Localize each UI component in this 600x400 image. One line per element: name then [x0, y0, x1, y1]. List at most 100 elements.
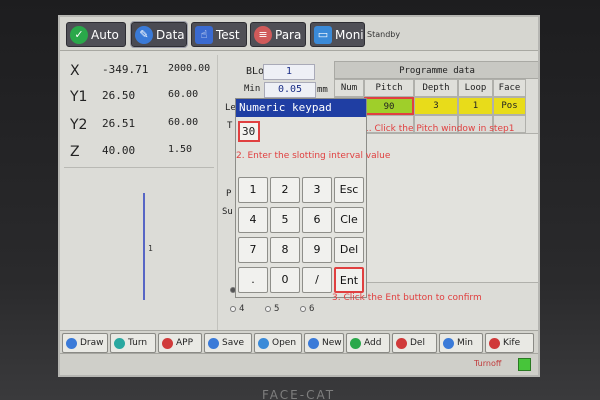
axis-name: Y2: [70, 117, 88, 133]
radio-option-6[interactable]: 6: [300, 304, 314, 314]
check-icon: ✓: [70, 25, 88, 44]
toolbar-button-label: Open: [272, 338, 297, 348]
key-delete-button[interactable]: Del: [334, 237, 364, 263]
toolbar-open-button[interactable]: Open: [254, 333, 302, 353]
toolbar-button-label: Turn: [128, 338, 148, 348]
annotation-step3: 3. Click the Ent button to confirm: [332, 293, 482, 303]
axis-readout: X -349.71 2000.00 Y1 26.50 60.00 Y2 26.5…: [64, 59, 214, 169]
key-1-button[interactable]: 1: [238, 177, 268, 203]
col-header-loop: Loop: [458, 79, 493, 97]
toolbar-button-icon: [258, 337, 269, 349]
keypad-title: Numeric keypad: [236, 99, 366, 117]
cell-loop[interactable]: 1: [458, 97, 493, 115]
key-4-button[interactable]: 4: [238, 207, 268, 233]
toolbar-save-button[interactable]: Save: [204, 333, 252, 353]
bloop-input[interactable]: 1: [263, 64, 315, 80]
tab-test[interactable]: ☝ Test: [191, 22, 247, 47]
key-6-button[interactable]: 6: [302, 207, 332, 233]
toolbar-new-button[interactable]: New: [304, 333, 344, 353]
numeric-keypad-dialog: Numeric keypad 30 1 2 3 Esc 4 5 6 Cle 7 8 9 Del. 0/E…: [235, 98, 367, 298]
panel-divider: [217, 55, 218, 335]
tab-para[interactable]: ≡ Para: [250, 22, 306, 47]
axis-row-y2: Y2 26.51 60.00: [64, 117, 214, 139]
key-dot-button[interactable]: .: [238, 267, 268, 293]
toolbar-button-label: Draw: [80, 338, 104, 348]
key-slash-button[interactable]: /: [302, 267, 332, 293]
axis-speed: 2000.00: [168, 63, 211, 74]
axis-name: X: [70, 63, 80, 79]
axis-position: 26.51: [102, 117, 136, 130]
key-enter-button[interactable]: Ent: [334, 267, 364, 293]
key-7-button[interactable]: 7: [238, 237, 268, 263]
radio-label: 5: [274, 304, 280, 314]
radio-dot: [300, 306, 306, 312]
toolbar-button-icon: [396, 337, 407, 349]
radio-label: 6: [309, 304, 315, 314]
pencil-icon: ✎: [135, 25, 153, 44]
toolbar-button-icon: [114, 337, 125, 349]
cell-pitch[interactable]: 90: [364, 97, 414, 115]
programme-title: Programme data: [334, 61, 538, 79]
cell-face[interactable]: Pos: [493, 97, 526, 115]
toolbar-draw-button[interactable]: Draw: [62, 333, 108, 353]
tab-auto[interactable]: ✓ Auto: [66, 22, 126, 47]
key-5-button[interactable]: 5: [270, 207, 300, 233]
axis-name: Z: [70, 144, 80, 160]
key-2-button[interactable]: 2: [270, 177, 300, 203]
axis-position: 26.50: [102, 89, 136, 102]
radio-label: 4: [239, 304, 245, 314]
toolbar-button-icon: [66, 337, 77, 349]
monitor-icon: ▭: [314, 25, 332, 44]
toolbar-button-icon: [208, 337, 219, 349]
axis-row-y1: Y1 26.50 60.00: [64, 89, 214, 111]
radio-option-4[interactable]: 4: [230, 304, 244, 314]
key-esc-button[interactable]: Esc: [334, 177, 364, 203]
toolbar-min-button[interactable]: Min: [439, 333, 483, 353]
key-clear-button[interactable]: Cle: [334, 207, 364, 233]
key-3-button[interactable]: 3: [302, 177, 332, 203]
axis-speed: 1.50: [168, 144, 193, 155]
toolbar-add-button[interactable]: Add: [346, 333, 390, 353]
key-9-button[interactable]: 9: [302, 237, 332, 263]
toolbar-button-icon: [350, 337, 361, 349]
cell-depth[interactable]: 3: [414, 97, 458, 115]
drawing-preview: 1: [64, 167, 214, 329]
toolbar-button-label: Save: [222, 338, 245, 348]
status-text: Standby: [367, 30, 401, 39]
keypad-entry-field[interactable]: 30: [238, 121, 260, 142]
key-8-button[interactable]: 8: [270, 237, 300, 263]
col-header-depth: Depth: [414, 79, 458, 97]
min-input[interactable]: 0.05: [264, 82, 316, 98]
tab-moni[interactable]: ▭ Moni: [310, 22, 365, 47]
tab-label: Data: [156, 27, 185, 42]
screen: ✓ Auto ✎ Data ☝ Test ≡ Para ▭ Moni Stand…: [58, 15, 540, 377]
axis-row-z: Z 40.00 1.50: [64, 144, 214, 166]
turnoff-label: Turnoff: [474, 359, 502, 368]
toolbar-kife-button[interactable]: Kife: [485, 333, 534, 353]
toolbar-button-icon: [162, 337, 173, 349]
axis-position: -349.71: [102, 63, 149, 76]
toolbar-turn-button[interactable]: Turn: [110, 333, 156, 353]
tab-data[interactable]: ✎ Data: [130, 21, 188, 48]
toolbar-button-label: Del: [410, 338, 425, 348]
min-label: Min: [244, 84, 261, 94]
radio-dot: [265, 306, 271, 312]
tab-label: Para: [275, 27, 302, 42]
toolbar-button-label: Kife: [503, 338, 521, 348]
radio-option-5[interactable]: 5: [265, 304, 279, 314]
label-fragment-p: P: [226, 189, 232, 199]
slot-label: 1: [148, 244, 153, 253]
axis-position: 40.00: [102, 144, 136, 157]
col-header-pitch: Pitch: [364, 79, 414, 97]
toolbar-del-button[interactable]: Del: [392, 333, 437, 353]
toolbar-button-label: Add: [364, 338, 382, 348]
label-fragment-su: Su: [222, 207, 233, 217]
tab-label: Test: [216, 27, 240, 42]
toolbar-app-button[interactable]: APP: [158, 333, 202, 353]
key-0-button[interactable]: 0: [270, 267, 300, 293]
col-header-num: Num: [334, 79, 364, 97]
axis-speed: 60.00: [168, 89, 199, 100]
axis-row-x: X -349.71 2000.00: [64, 63, 214, 85]
table-header-row: Num Pitch Depth Loop Face: [334, 79, 538, 97]
annotation-step1: 1. Click the Pitch window in step1: [363, 124, 515, 134]
